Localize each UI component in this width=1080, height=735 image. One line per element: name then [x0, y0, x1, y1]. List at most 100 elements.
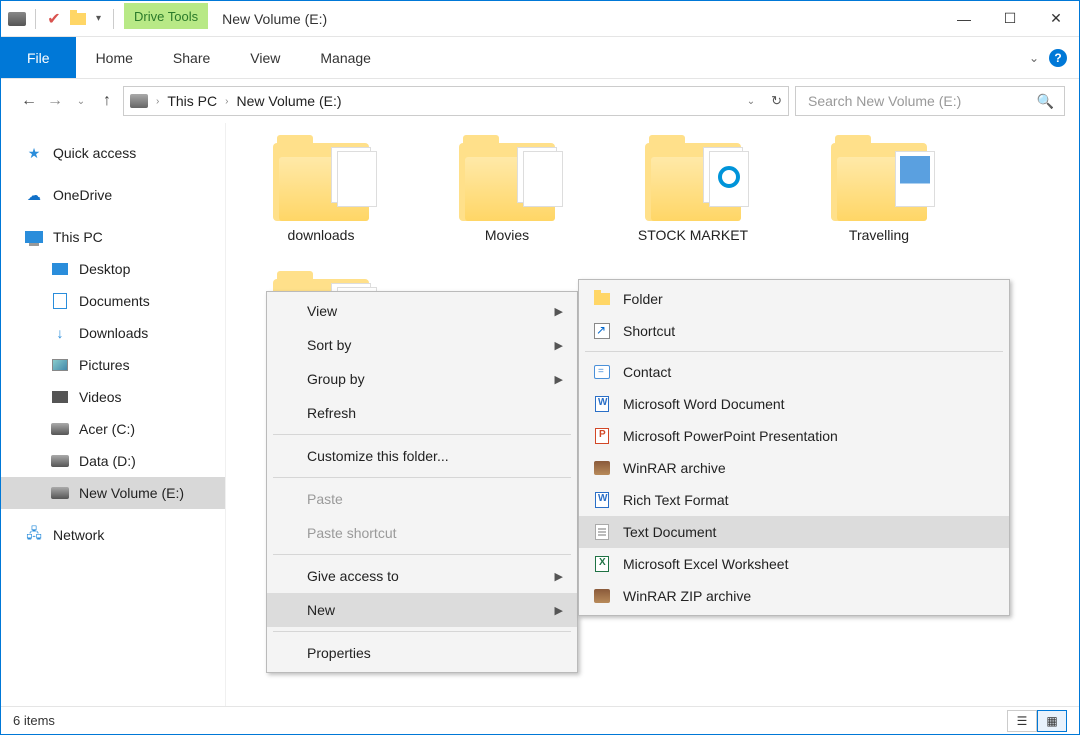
- sidebar-item-this-pc[interactable]: This PC: [1, 221, 225, 253]
- ctx-sort-by[interactable]: Sort by▶: [267, 328, 577, 362]
- qat-dropdown-icon[interactable]: ▾: [92, 13, 105, 24]
- drive-icon: [51, 484, 69, 502]
- ctx-label: Customize this folder...: [307, 448, 449, 464]
- ctx-paste: Paste: [267, 482, 577, 516]
- sidebar-item-quick-access[interactable]: ★ Quick access: [1, 137, 225, 169]
- submenu-label: Text Document: [623, 524, 716, 540]
- drive-tools-contextual-tab[interactable]: Drive Tools: [124, 3, 208, 29]
- sidebar-item-pictures[interactable]: Pictures: [1, 349, 225, 381]
- separator: [273, 477, 571, 478]
- ctx-refresh[interactable]: Refresh: [267, 396, 577, 430]
- drive-icon: [51, 452, 69, 470]
- refresh-icon[interactable]: ↻: [771, 93, 782, 109]
- ctx-properties[interactable]: Properties: [267, 636, 577, 670]
- chevron-right-icon[interactable]: ›: [225, 96, 228, 107]
- ctx-give-access-to[interactable]: Give access to▶: [267, 559, 577, 593]
- new-folder-icon[interactable]: [68, 9, 88, 29]
- content-area[interactable]: downloads Movies STOCK MARKET: [226, 123, 1079, 706]
- minimize-button[interactable]: —: [941, 1, 987, 36]
- tab-share[interactable]: Share: [153, 37, 230, 78]
- folder-icon: [459, 143, 555, 221]
- ctx-customize-folder[interactable]: Customize this folder...: [267, 439, 577, 473]
- submenu-label: Contact: [623, 364, 671, 380]
- ctx-new[interactable]: New▶: [267, 593, 577, 627]
- ctx-view[interactable]: View▶: [267, 294, 577, 328]
- status-text: 6 items: [13, 713, 55, 728]
- sidebar-item-acer-c[interactable]: Acer (C:): [1, 413, 225, 445]
- back-button[interactable]: ←: [19, 92, 39, 110]
- sidebar-item-onedrive[interactable]: ☁ OneDrive: [1, 179, 225, 211]
- address-dropdown-icon[interactable]: ⌄: [747, 96, 755, 107]
- breadcrumb-this-pc[interactable]: This PC: [167, 93, 217, 109]
- close-button[interactable]: ✕: [1033, 1, 1079, 36]
- sidebar-item-label: Downloads: [79, 325, 148, 341]
- folder-item-stock-market[interactable]: STOCK MARKET: [618, 143, 768, 243]
- up-button[interactable]: ↑: [97, 92, 117, 110]
- search-input[interactable]: [806, 92, 1037, 110]
- network-icon: 🖧: [25, 526, 43, 544]
- search-box[interactable]: 🔍: [795, 86, 1065, 116]
- sidebar-item-data-d[interactable]: Data (D:): [1, 445, 225, 477]
- desktop-icon: [51, 260, 69, 278]
- window-controls: — ☐ ✕: [941, 1, 1079, 36]
- folder-item-travelling[interactable]: Travelling: [804, 143, 954, 243]
- tab-file[interactable]: File: [1, 37, 76, 78]
- powerpoint-icon: [593, 427, 611, 445]
- ctx-label: Properties: [307, 645, 371, 661]
- title-bar: ✔ ▾ Drive Tools New Volume (E:) — ☐ ✕: [1, 1, 1079, 37]
- sidebar-item-documents[interactable]: Documents: [1, 285, 225, 317]
- new-contact[interactable]: Contact: [579, 356, 1009, 388]
- new-excel-worksheet[interactable]: Microsoft Excel Worksheet: [579, 548, 1009, 580]
- recent-locations-icon[interactable]: ⌄: [71, 96, 91, 107]
- new-text-document[interactable]: Text Document: [579, 516, 1009, 548]
- folder-item-movies[interactable]: Movies: [432, 143, 582, 243]
- sidebar-item-label: New Volume (E:): [79, 485, 184, 501]
- sidebar-item-label: OneDrive: [53, 187, 112, 203]
- details-view-button[interactable]: ☰: [1007, 710, 1037, 732]
- submenu-label: WinRAR ZIP archive: [623, 588, 751, 604]
- ctx-group-by[interactable]: Group by▶: [267, 362, 577, 396]
- ctx-label: Sort by: [307, 337, 351, 353]
- search-icon[interactable]: 🔍: [1037, 93, 1054, 110]
- tab-home[interactable]: Home: [76, 37, 153, 78]
- chevron-right-icon[interactable]: ›: [156, 96, 159, 107]
- sidebar-item-label: Quick access: [53, 145, 136, 161]
- ctx-label: View: [307, 303, 337, 319]
- sidebar-item-desktop[interactable]: Desktop: [1, 253, 225, 285]
- zip-icon: [593, 587, 611, 605]
- new-shortcut[interactable]: Shortcut: [579, 315, 1009, 347]
- folder-item-downloads[interactable]: downloads: [246, 143, 396, 243]
- sidebar-item-new-volume-e[interactable]: New Volume (E:): [1, 477, 225, 509]
- status-bar: 6 items ☰ ▦: [1, 706, 1079, 734]
- tab-manage[interactable]: Manage: [300, 37, 391, 78]
- collapse-ribbon-icon[interactable]: ⌄: [1029, 51, 1039, 65]
- new-folder[interactable]: Folder: [579, 283, 1009, 315]
- quick-access-toolbar: ✔ ▾: [1, 1, 124, 36]
- sidebar-item-downloads[interactable]: ↓ Downloads: [1, 317, 225, 349]
- drive-icon[interactable]: [7, 9, 27, 29]
- forward-button[interactable]: →: [45, 92, 65, 110]
- tab-view[interactable]: View: [230, 37, 300, 78]
- new-winrar-archive[interactable]: WinRAR archive: [579, 452, 1009, 484]
- properties-icon[interactable]: ✔: [44, 9, 64, 29]
- cloud-icon: ☁: [25, 186, 43, 204]
- maximize-button[interactable]: ☐: [987, 1, 1033, 36]
- word-icon: [593, 395, 611, 413]
- large-icons-view-button[interactable]: ▦: [1037, 710, 1067, 732]
- folder-icon: [645, 143, 741, 221]
- new-powerpoint[interactable]: Microsoft PowerPoint Presentation: [579, 420, 1009, 452]
- address-bar[interactable]: › This PC › New Volume (E:) ⌄ ↻: [123, 86, 789, 116]
- new-rich-text[interactable]: Rich Text Format: [579, 484, 1009, 516]
- sidebar-item-videos[interactable]: Videos: [1, 381, 225, 413]
- new-winrar-zip[interactable]: WinRAR ZIP archive: [579, 580, 1009, 612]
- new-word-document[interactable]: Microsoft Word Document: [579, 388, 1009, 420]
- contact-icon: [593, 363, 611, 381]
- drive-icon: [130, 94, 148, 108]
- sidebar-item-network[interactable]: 🖧 Network: [1, 519, 225, 551]
- chevron-right-icon: ▶: [555, 373, 563, 386]
- breadcrumb-current[interactable]: New Volume (E:): [236, 93, 341, 109]
- rtf-icon: [593, 491, 611, 509]
- help-icon[interactable]: ?: [1049, 49, 1067, 67]
- pc-icon: [25, 228, 43, 246]
- separator: [273, 631, 571, 632]
